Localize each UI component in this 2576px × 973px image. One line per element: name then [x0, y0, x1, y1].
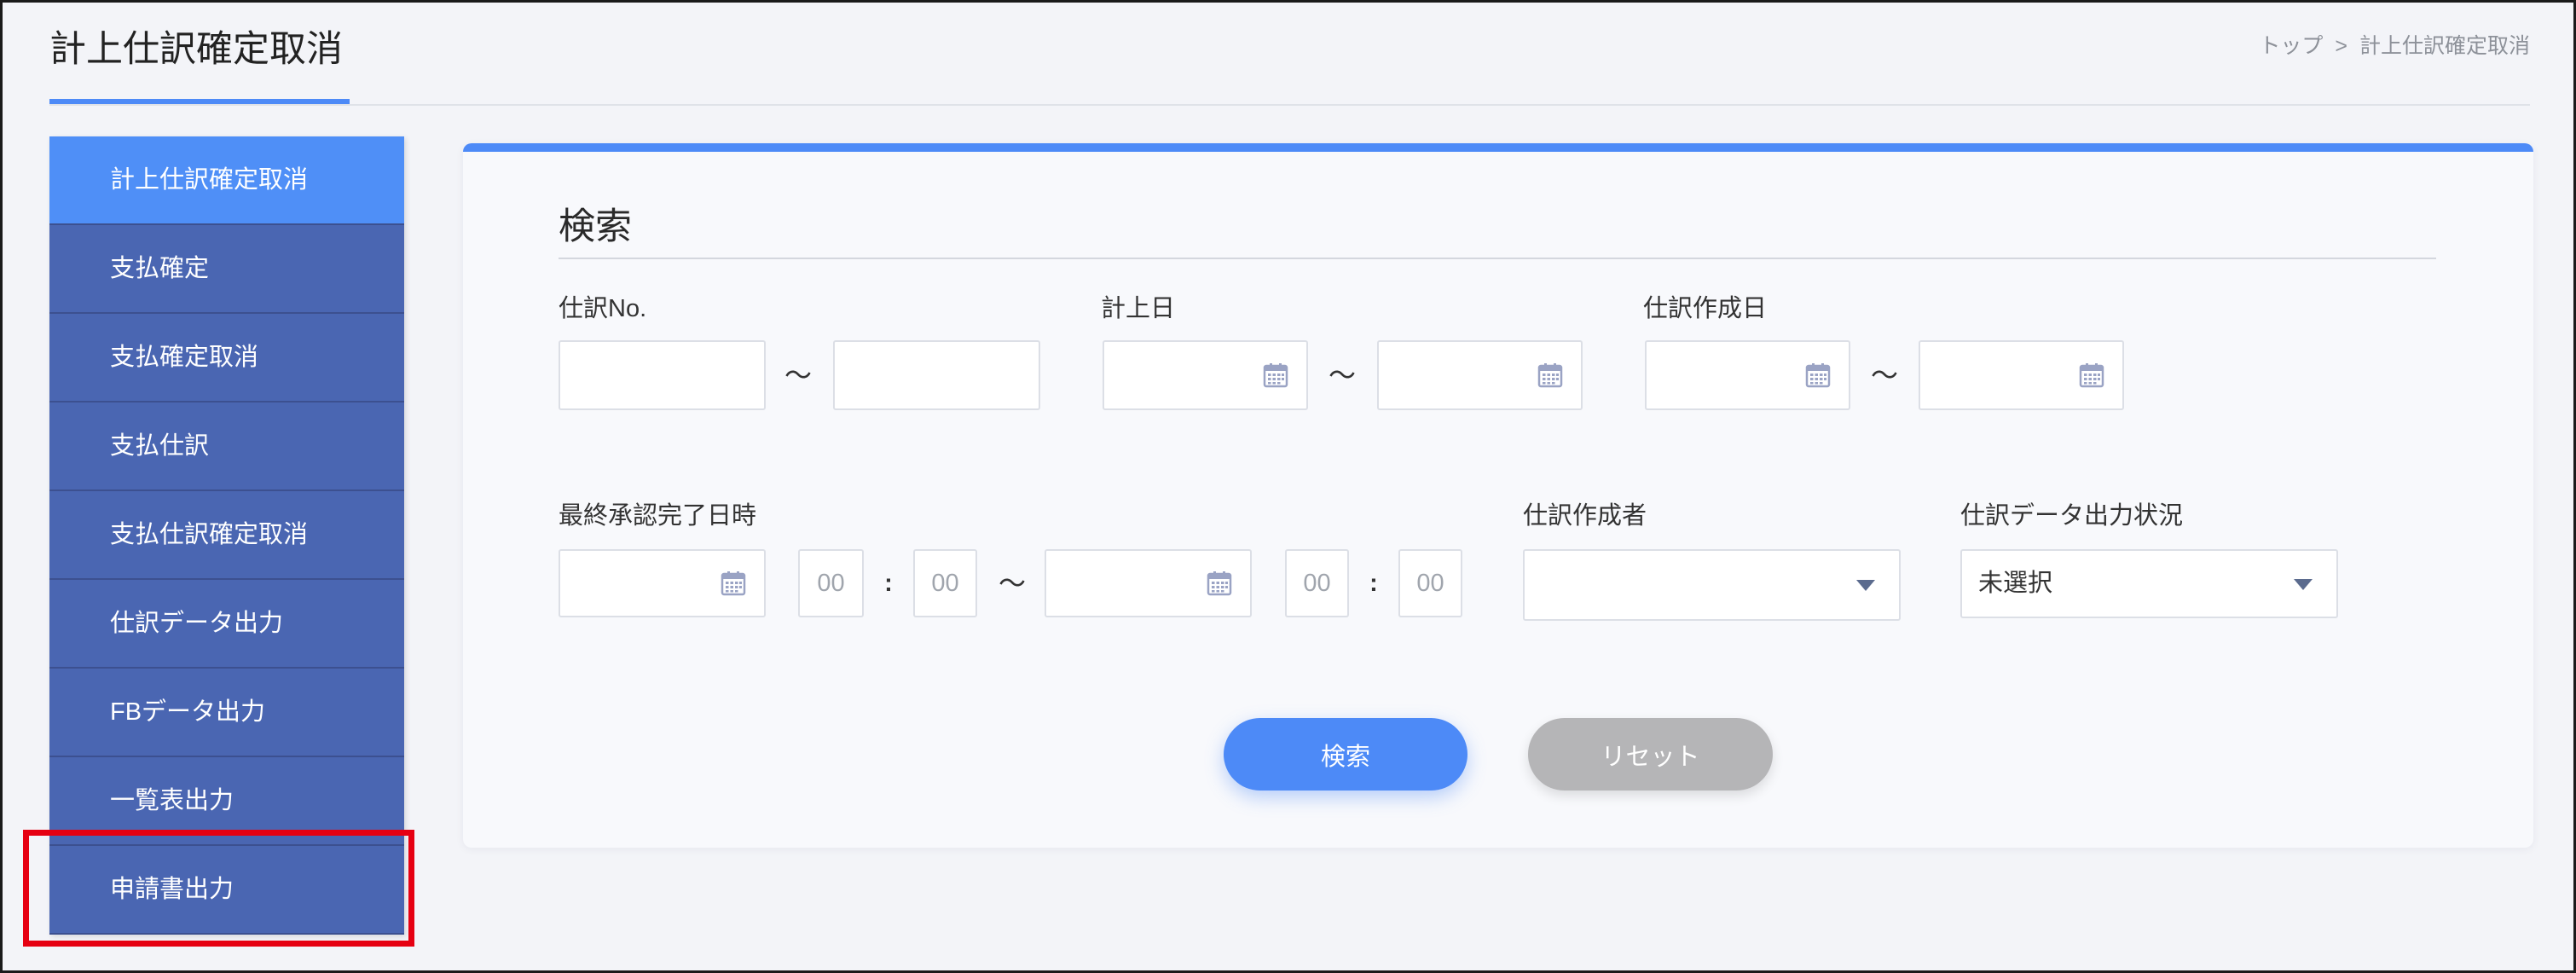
calendar-icon[interactable]: [1537, 362, 1563, 388]
app-window: 計上仕訳確定取消 トップ > 計上仕訳確定取消 計上仕訳確定取消 支払確定 支払確定…: [0, 0, 2576, 973]
journal-no-from-input[interactable]: [559, 340, 766, 410]
journal-created-date-label: 仕訳作成日: [1643, 295, 1768, 322]
reset-button[interactable]: リセット: [1528, 718, 1773, 791]
journal-created-date-from-field: [1645, 340, 1850, 410]
journal-no-range-separator: 〜: [784, 360, 812, 391]
calendar-icon[interactable]: [1805, 362, 1831, 388]
chevron-down-icon: [2294, 578, 2313, 590]
final-approval-from-minute-input[interactable]: [913, 549, 977, 617]
calendar-icon[interactable]: [1207, 570, 1232, 596]
sidebar-item-posting-journal-confirm-cancel[interactable]: 計上仕訳確定取消: [49, 136, 404, 225]
sidebar-item-label: 支払確定: [110, 255, 210, 282]
calendar-icon[interactable]: [2079, 362, 2104, 388]
final-approval-from-time-separator: :: [884, 570, 893, 597]
sidebar-item-label: 支払仕訳確定取消: [110, 521, 309, 548]
page-title: 計上仕訳確定取消: [49, 29, 343, 70]
final-approval-datetime-label: 最終承認完了日時: [559, 502, 757, 530]
search-heading: 検索: [559, 206, 632, 247]
chevron-down-icon: [1856, 580, 1875, 591]
header-divider: [49, 104, 2530, 106]
sidebar-item-payment-journal[interactable]: 支払仕訳: [49, 403, 404, 491]
sidebar-item-label: 支払確定取消: [110, 344, 259, 371]
journal-created-date-to-field: [1919, 340, 2124, 410]
sidebar-item-fb-data-export[interactable]: FBデータ出力: [49, 669, 404, 757]
search-button[interactable]: 検索: [1224, 718, 1467, 791]
final-approval-to-date-field: [1045, 549, 1252, 617]
final-approval-from-date-field: [559, 549, 766, 617]
sidebar-item-label: 仕訳データ出力: [110, 610, 284, 637]
journal-creator-label: 仕訳作成者: [1523, 502, 1647, 530]
sidebar: 計上仕訳確定取消 支払確定 支払確定取消 支払仕訳 支払仕訳確定取消 仕訳データ…: [49, 136, 404, 935]
sidebar-item-list-export[interactable]: 一覧表出力: [49, 757, 404, 846]
output-status-label: 仕訳データ出力状況: [1960, 502, 2184, 530]
posting-date-from-field: [1103, 340, 1308, 410]
sidebar-item-payment-journal-confirm-cancel[interactable]: 支払仕訳確定取消: [49, 491, 404, 580]
sidebar-item-payment-confirm-cancel[interactable]: 支払確定取消: [49, 314, 404, 403]
sidebar-item-label: FBデータ出力: [110, 698, 266, 726]
output-status-select[interactable]: 未選択: [1960, 549, 2338, 618]
posting-date-range-separator: 〜: [1328, 360, 1356, 391]
final-approval-to-time-separator: :: [1369, 570, 1378, 597]
journal-no-to-input[interactable]: [833, 340, 1040, 410]
final-approval-range-separator: 〜: [998, 568, 1026, 599]
journal-no-label: 仕訳No.: [559, 295, 647, 322]
breadcrumb: トップ > 計上仕訳確定取消: [2259, 36, 2530, 57]
breadcrumb-separator: >: [2335, 34, 2347, 58]
calendar-icon[interactable]: [721, 570, 746, 596]
breadcrumb-home-link[interactable]: トップ: [2259, 34, 2323, 58]
calendar-icon[interactable]: [1263, 362, 1288, 388]
final-approval-to-hour-input[interactable]: [1285, 549, 1349, 617]
breadcrumb-current: 計上仕訳確定取消: [2359, 34, 2530, 58]
sidebar-item-application-form-export[interactable]: 申請書出力: [49, 846, 404, 935]
panel-accent-bar: [463, 143, 2533, 152]
sidebar-item-journal-data-export[interactable]: 仕訳データ出力: [49, 580, 404, 669]
search-panel: 検索 仕訳No. 計上日 仕訳作成日 〜 〜 〜 最終承認完了日時 仕訳作成者 …: [463, 143, 2533, 848]
journal-created-date-range-separator: 〜: [1870, 360, 1898, 391]
posting-date-label: 計上日: [1101, 295, 1176, 322]
final-approval-from-hour-input[interactable]: [798, 549, 864, 617]
sidebar-item-label: 計上仕訳確定取消: [110, 166, 309, 194]
final-approval-to-minute-input[interactable]: [1398, 549, 1462, 617]
sidebar-item-label: 支払仕訳: [110, 432, 210, 460]
journal-creator-select[interactable]: [1523, 549, 1901, 621]
output-status-selected-value: 未選択: [1978, 570, 2053, 597]
search-heading-divider: [559, 258, 2436, 259]
posting-date-to-field: [1377, 340, 1583, 410]
sidebar-item-label: 一覧表出力: [110, 787, 234, 814]
sidebar-item-payment-confirm[interactable]: 支払確定: [49, 225, 404, 314]
sidebar-item-label: 申請書出力: [110, 876, 234, 903]
